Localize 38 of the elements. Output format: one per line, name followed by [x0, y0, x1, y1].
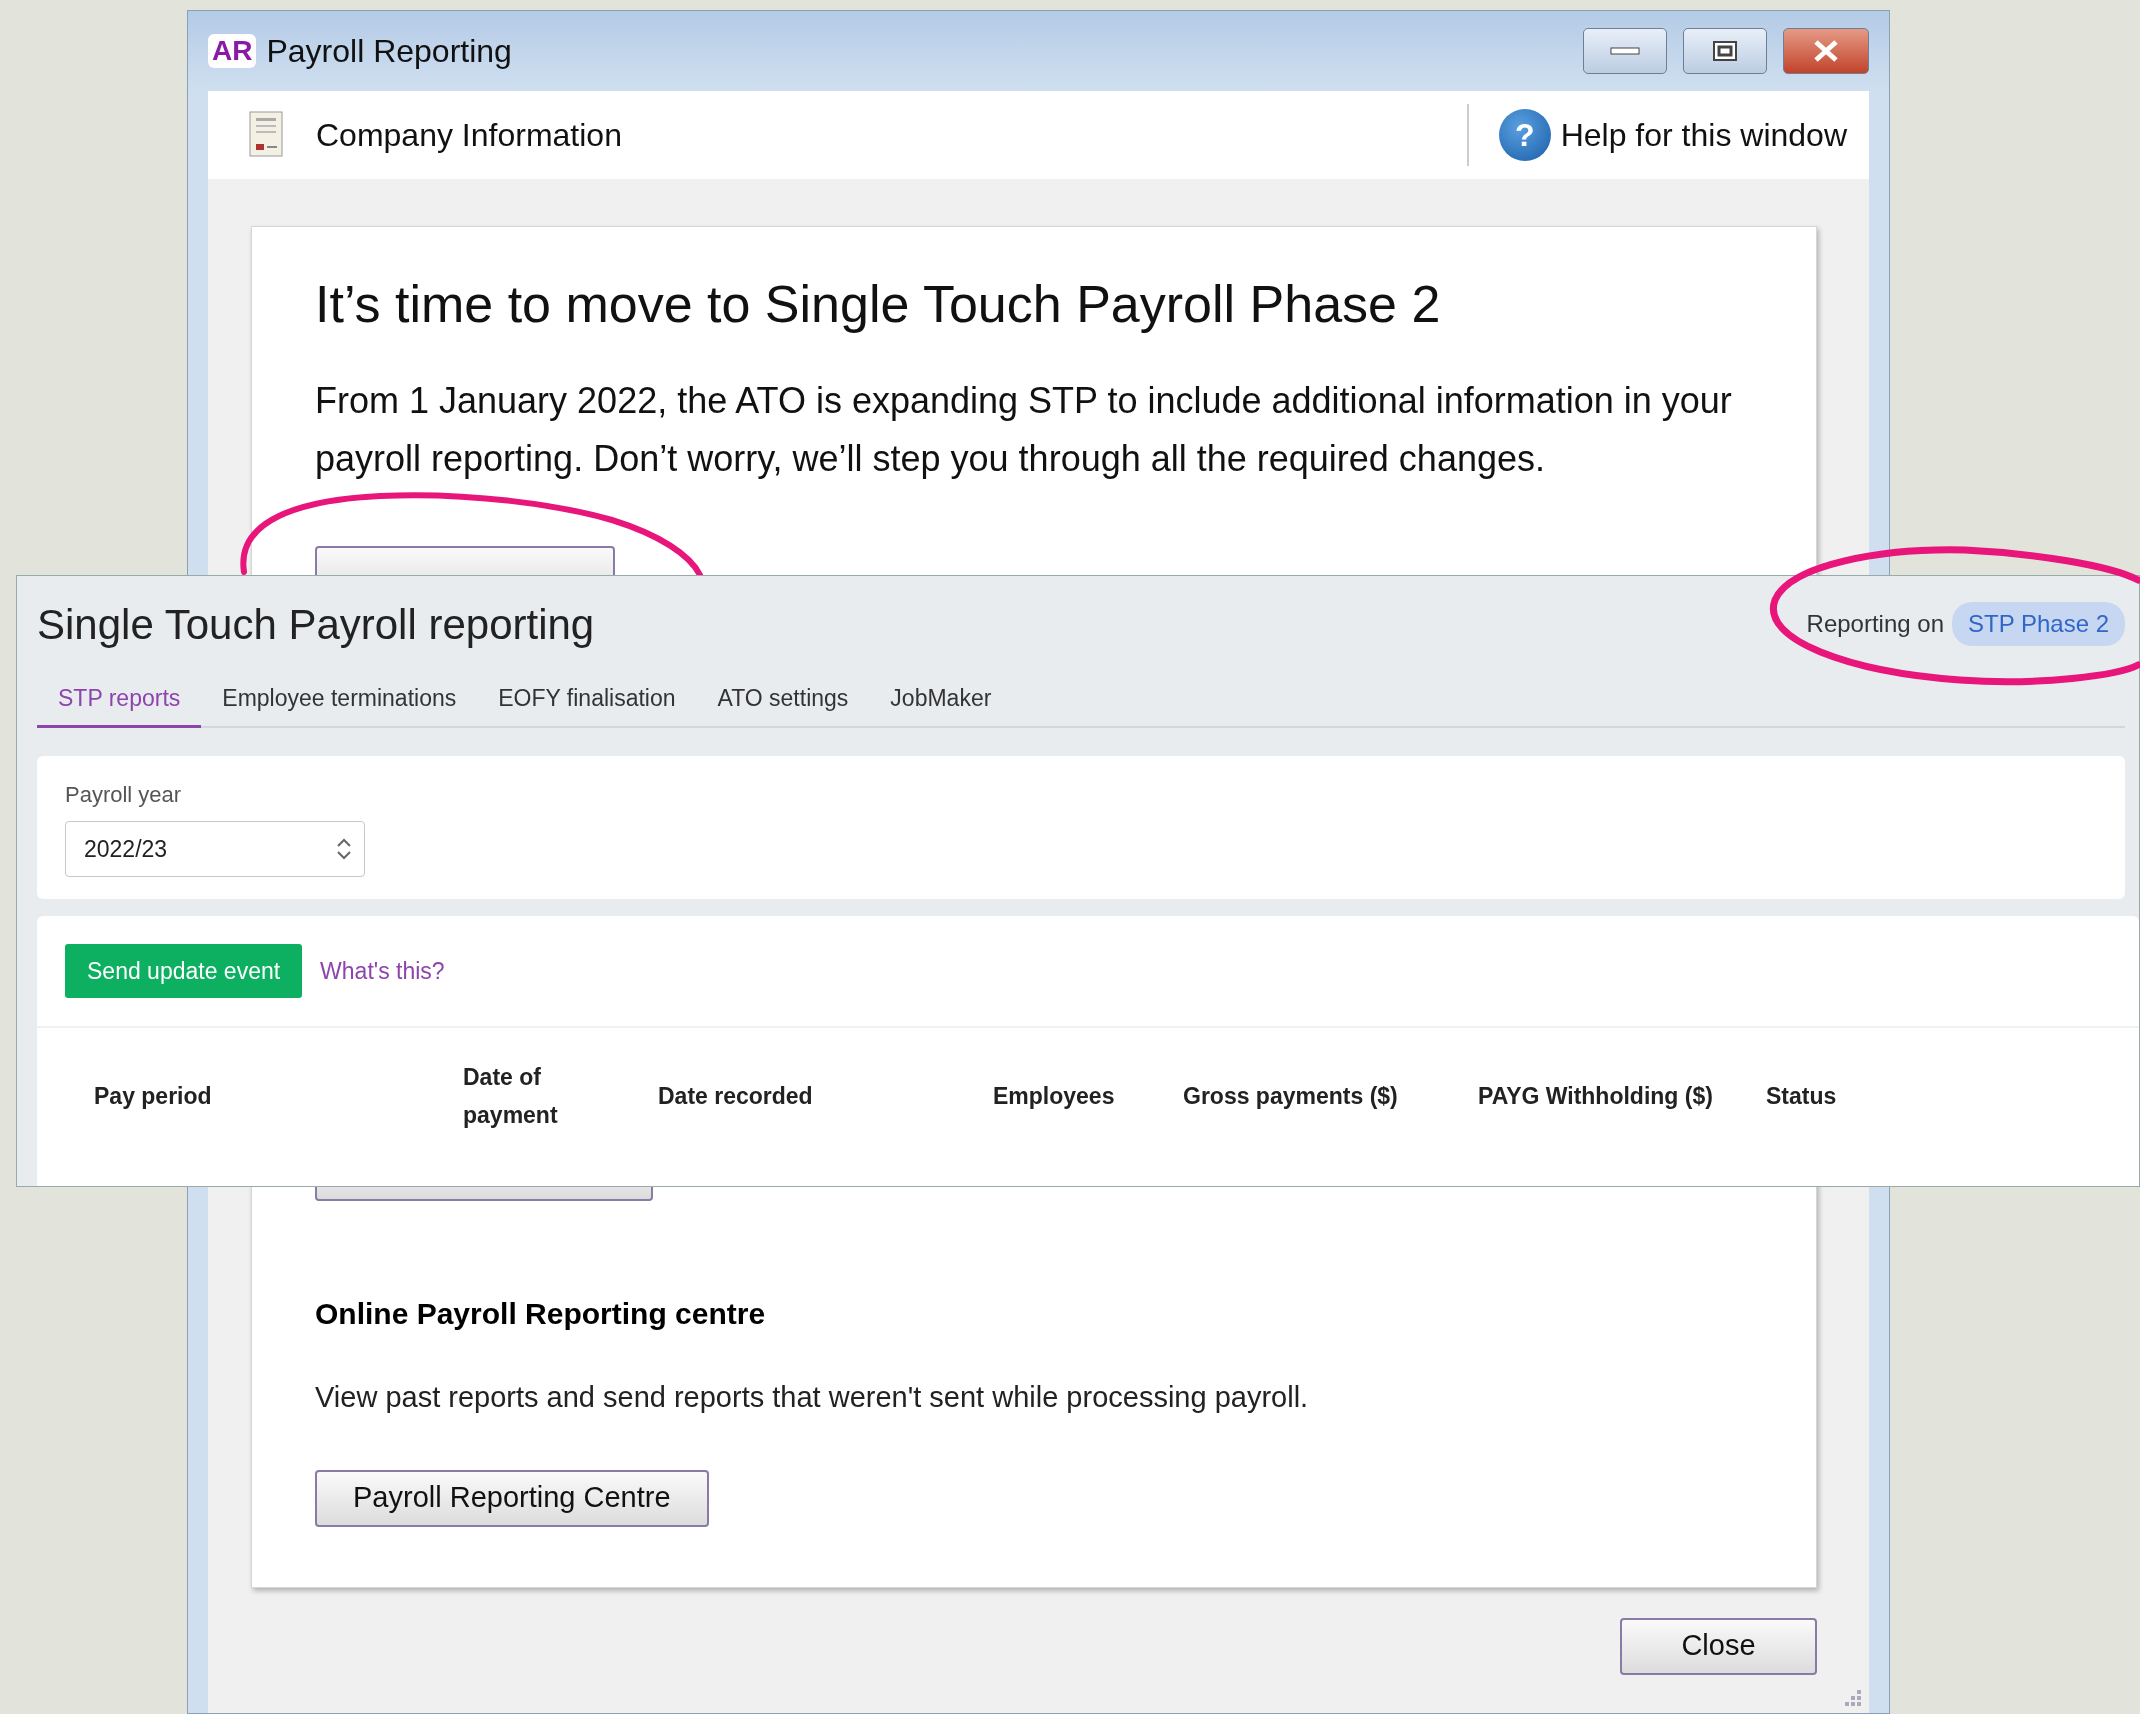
toolbar-item[interactable]: Company Information [316, 111, 622, 159]
maximize-icon [1712, 40, 1738, 62]
panel-heading: It’s time to move to Single Touch Payroll Phase 2 [315, 274, 1441, 335]
section-title: Online Payroll Reporting centre [315, 1296, 766, 1332]
field-label: Payroll year [65, 781, 183, 809]
column-header: Date of payment [463, 1063, 559, 1130]
tab[interactable]: JobMaker [869, 672, 1013, 728]
window-title: Payroll Reporting [266, 32, 512, 71]
reporting-label: Reporting on [1806, 609, 1944, 639]
document-icon[interactable] [248, 110, 286, 160]
phase-badge: STP Phase 2 [1952, 602, 2125, 646]
column-header: Employees [993, 1082, 1116, 1111]
chevron-up-down-icon [336, 837, 352, 861]
tab[interactable]: Employee terminations [201, 672, 478, 728]
minimize-button[interactable] [1583, 28, 1667, 74]
help-link[interactable]: What's this? [320, 953, 445, 989]
close-icon [1812, 40, 1840, 62]
close-window-button[interactable]: Close [1620, 1617, 1817, 1675]
panel-title: Single Touch Payroll reporting [37, 599, 595, 650]
minimize-icon [1610, 46, 1640, 56]
column-header: Pay period [94, 1082, 213, 1111]
column-header: Date recorded [658, 1082, 814, 1111]
help-button[interactable]: ? Help for this window [1498, 109, 1847, 161]
resize-grip-icon[interactable] [1843, 1687, 1863, 1708]
tab[interactable]: STP reports [37, 672, 202, 728]
payroll-centre-button[interactable]: Payroll Reporting Centre [315, 1469, 709, 1527]
maximize-button[interactable] [1683, 28, 1767, 74]
app-logo: AR [208, 33, 257, 69]
close-button[interactable] [1783, 28, 1869, 74]
panel-text: From 1 January 2022, the ATO is expanding STP to include additional information in your payroll reporting. Don’t worry, we’ll step you through all the required changes. [315, 379, 1733, 481]
payroll-year-select[interactable]: 2022/23 [65, 821, 365, 877]
tab[interactable]: EOFY finalisation [477, 672, 697, 728]
column-header: Status [1766, 1082, 1838, 1111]
tab[interactable]: ATO settings [696, 672, 870, 728]
section-text: View past reports and send reports that weren't sent while processing payroll. [315, 1380, 1309, 1415]
column-header: PAYG Withholding ($) [1478, 1082, 1714, 1111]
help-icon: ? [1498, 109, 1551, 161]
column-header: Gross payments ($) [1183, 1082, 1399, 1111]
